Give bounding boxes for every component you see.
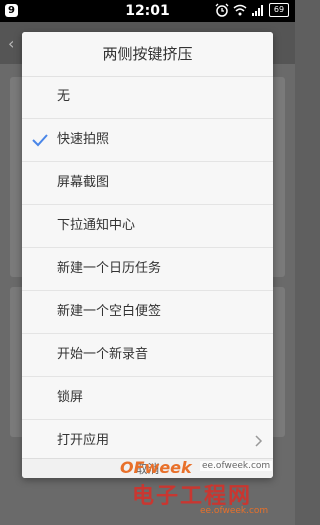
alarm-icon bbox=[215, 3, 229, 17]
wifi-icon bbox=[233, 4, 247, 16]
option-quick-photo[interactable]: 快速拍照 bbox=[22, 119, 273, 162]
option-lock-screen[interactable]: 锁屏 bbox=[22, 377, 273, 420]
signal-icon bbox=[252, 5, 263, 16]
back-icon: ‹ bbox=[8, 34, 15, 53]
option-label: 下拉通知中心 bbox=[57, 218, 136, 233]
status-bar: 9 12:01 69 bbox=[0, 0, 295, 22]
option-blank-note[interactable]: 新建一个空白便签 bbox=[22, 291, 273, 334]
watermark: OFweek ee.ofweek.com 电子工程网 ee.ofweek.com bbox=[120, 458, 295, 525]
battery-icon: 69 bbox=[269, 3, 289, 17]
option-notification-center[interactable]: 下拉通知中心 bbox=[22, 205, 273, 248]
chevron-right-icon bbox=[255, 435, 263, 447]
option-label: 打开应用 bbox=[57, 433, 110, 448]
option-label: 开始一个新录音 bbox=[57, 347, 149, 362]
watermark-url: ee.ofweek.com bbox=[200, 461, 273, 471]
check-icon bbox=[32, 134, 48, 147]
option-open-app[interactable]: 打开应用 bbox=[22, 420, 273, 463]
option-screenshot[interactable]: 屏幕截图 bbox=[22, 162, 273, 205]
option-label: 锁屏 bbox=[57, 390, 84, 405]
watermark-site: ee.ofweek.com bbox=[200, 506, 269, 516]
dialog-title: 两侧按键挤压 bbox=[22, 32, 273, 77]
option-calendar-task[interactable]: 新建一个日历任务 bbox=[22, 248, 273, 291]
option-label: 快速拍照 bbox=[57, 132, 110, 147]
option-label: 无 bbox=[57, 89, 71, 104]
option-label: 新建一个空白便签 bbox=[57, 304, 162, 319]
side-squeeze-dialog: 两侧按键挤压 无 快速拍照 屏幕截图 下拉通知中心 新建一个日历任务 新建一个空… bbox=[22, 32, 273, 478]
watermark-brand: OFweek bbox=[120, 458, 192, 477]
option-new-recording[interactable]: 开始一个新录音 bbox=[22, 334, 273, 377]
option-none[interactable]: 无 bbox=[22, 76, 273, 119]
option-label: 屏幕截图 bbox=[57, 175, 110, 190]
option-label: 新建一个日历任务 bbox=[57, 261, 162, 276]
